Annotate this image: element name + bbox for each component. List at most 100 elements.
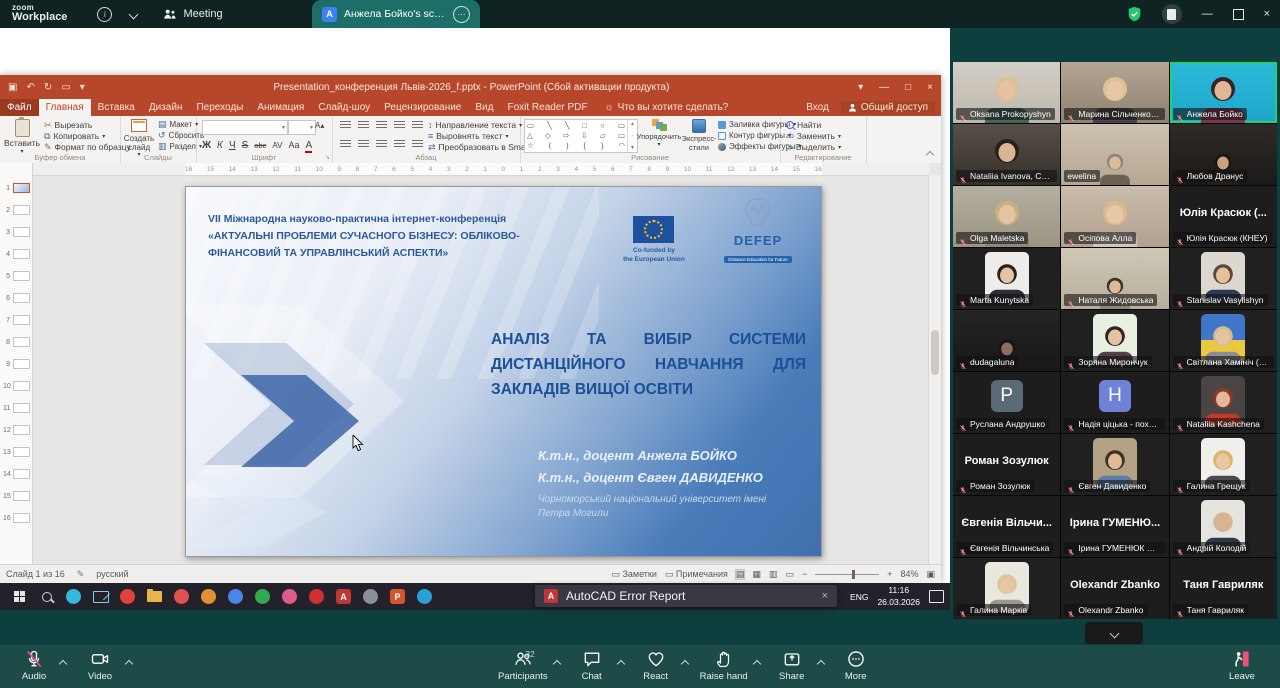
ppt-tab-рецензирование[interactable]: Рецензирование [377, 99, 468, 116]
taskbar-autocad-icon[interactable]: A [330, 583, 357, 610]
ppt-tab-файл[interactable]: Файл [0, 99, 39, 116]
zoom-level[interactable]: 84% [900, 569, 918, 579]
notification-close-icon[interactable]: × [822, 590, 828, 602]
participant-tile[interactable]: Olexandr ZbankoOlexandr Zbanko [1061, 558, 1168, 619]
autocad-notification[interactable]: A AutoCAD Error Report × [535, 585, 837, 607]
participant-tile[interactable]: Анжела Бойко [1170, 62, 1277, 123]
replace-button[interactable]: abЗаменить▾ [786, 131, 841, 141]
select-button[interactable]: ▷Выделить▾ [786, 142, 841, 152]
numbering-icon[interactable] [358, 121, 369, 130]
shape-icon[interactable]: ⇩ [581, 132, 587, 140]
share-button[interactable]: Share [772, 649, 812, 682]
taskbar-browser-profile-3-icon[interactable] [222, 583, 249, 610]
slide-thumbnail-11[interactable]: 11 [0, 397, 32, 419]
taskbar-telegram-icon[interactable] [411, 583, 438, 610]
comments-button[interactable]: ▭ Примечания [665, 569, 728, 579]
chat-button[interactable]: Chat [572, 649, 612, 682]
slide-thumbnail-12[interactable]: 12 [0, 419, 32, 441]
keyboard-language[interactable]: ENG [850, 592, 868, 602]
zoom-slider-thumb[interactable] [852, 570, 855, 579]
apps-icon[interactable] [1162, 4, 1182, 24]
vertical-scrollbar[interactable] [928, 175, 941, 565]
font-name-select[interactable]: ▾ [202, 120, 288, 135]
participant-tile[interactable]: Ірина ГУМЕНЮ...Ірина ГУМЕНЮК НРЗ... [1061, 496, 1168, 557]
taskbar-start-icon[interactable] [6, 583, 33, 610]
copy-button[interactable]: ⧉Копировать ▾ [44, 131, 105, 141]
slide-thumbnail-4[interactable]: 4 [0, 243, 32, 265]
taskbar-edge-icon[interactable] [60, 583, 87, 610]
participant-tile[interactable]: Stanislav Vasylishyn [1170, 248, 1277, 309]
grow-font-icon[interactable]: A▴ [315, 121, 324, 130]
shape-icon[interactable]: ○ [600, 122, 605, 130]
shape-icon[interactable]: ◠ [618, 142, 625, 150]
align-right-icon[interactable] [376, 140, 387, 149]
ppt-tab-анимация[interactable]: Анимация [250, 99, 311, 116]
taskbar-search-icon[interactable] [33, 583, 60, 610]
tab-shared-screen[interactable]: A Анжела Бойко's screen ⋯ [312, 0, 480, 28]
find-button[interactable]: Найти [786, 120, 821, 130]
slideshow-view-icon[interactable]: ▭ [785, 570, 794, 579]
video-menu-chevron-icon[interactable] [126, 654, 132, 672]
undo-icon[interactable]: ↶ [26, 82, 34, 93]
participant-tile[interactable]: Галина Марків [953, 558, 1060, 619]
normal-view-icon[interactable]: ▤ [736, 570, 745, 579]
participant-tile[interactable]: Євгенія Вільчи...Євгенія Вільчинська [953, 496, 1060, 557]
taskbar-mail-icon[interactable] [87, 583, 114, 610]
shape-icon[interactable]: ⇨ [563, 132, 569, 140]
leave-button[interactable]: Leave [1222, 649, 1262, 682]
tab-options-icon[interactable]: ⋯ [453, 6, 470, 23]
participant-tile[interactable]: Роман ЗозулюкРоман Зозулюк [953, 434, 1060, 495]
participant-tile[interactable]: ewelina [1061, 124, 1168, 185]
shape-icon[interactable]: △ [527, 132, 533, 140]
participant-tile[interactable]: Nataliia Kashchena [1170, 372, 1277, 433]
participant-tile[interactable]: Євген Давиденко [1061, 434, 1168, 495]
shape-icon[interactable]: ☆ [527, 142, 534, 150]
align-left-icon[interactable] [340, 140, 351, 149]
shape-icon[interactable]: ) [566, 142, 569, 150]
shape-icon[interactable]: ( [549, 142, 552, 150]
layout-button[interactable]: ▤Макет▾ [158, 120, 198, 129]
format-painter-button[interactable]: ✎Формат по образцу [44, 142, 131, 152]
participant-tile[interactable]: Марина Сільченко (... [1061, 62, 1168, 123]
ppt-tab-вид[interactable]: Вид [468, 99, 500, 116]
slide-thumbnail-16[interactable]: 16 [0, 507, 32, 529]
taskbar-browser-profile-5-icon[interactable] [276, 583, 303, 610]
close-icon[interactable]: × [1264, 8, 1270, 20]
collapse-ribbon-icon[interactable] [927, 150, 933, 160]
slide-canvas[interactable]: VII Міжнародна науково-практична інтерне… [185, 186, 822, 557]
shape-icon[interactable]: ╲ [547, 122, 552, 130]
share-menu-chevron-icon[interactable] [818, 654, 824, 672]
slide-thumbnail-7[interactable]: 7 [0, 309, 32, 331]
zoom-slider[interactable] [815, 574, 879, 575]
ppt-tab-главная[interactable]: Главная [39, 99, 91, 116]
fit-slide-icon[interactable]: ▣ [926, 570, 935, 579]
columns-icon[interactable] [412, 140, 423, 149]
ppt-maximize-icon[interactable]: □ [905, 82, 911, 93]
participant-tile[interactable]: dudagaluna [953, 310, 1060, 371]
participant-tile[interactable]: Галина Грещук [1170, 434, 1277, 495]
proofing-icon[interactable]: ✎ [77, 569, 85, 580]
text-direction-button[interactable]: ↕Направление текста▾ [428, 120, 522, 130]
slide-sorter-icon[interactable]: ▦ [752, 570, 761, 579]
taskbar-powerpoint-icon[interactable]: P [384, 583, 411, 610]
participant-tile[interactable]: HНадія ціцька - поход... [1061, 372, 1168, 433]
ppt-tab-вставка[interactable]: Вставка [91, 99, 142, 116]
tab-meeting[interactable]: Meeting [163, 8, 222, 20]
participant-tile[interactable]: Любов Дранус [1170, 124, 1277, 185]
raise-hand-button[interactable]: Raise hand [700, 649, 748, 682]
participants-menu-chevron-icon[interactable] [554, 654, 560, 672]
ppt-tab-foxit-reader-pdf[interactable]: Foxit Reader PDF [500, 99, 594, 116]
slide-thumbnail-9[interactable]: 9 [0, 353, 32, 375]
video-button[interactable]: Video [80, 649, 120, 682]
slide-thumbnail-15[interactable]: 15 [0, 485, 32, 507]
ppt-minimize-icon[interactable]: — [879, 82, 889, 93]
participant-tile[interactable]: Юлія Красюк (...Юлія Красюк (КНЕУ) [1170, 186, 1277, 247]
participant-tile[interactable]: Таня ГаврилякТаня Гавриляк [1170, 558, 1277, 619]
slide-thumbnail-13[interactable]: 13 [0, 441, 32, 463]
chat-menu-chevron-icon[interactable] [618, 654, 624, 672]
arrange-button[interactable]: Упорядочить▾ [636, 119, 682, 149]
zoom-out-icon[interactable]: − [802, 569, 807, 579]
tell-me-box[interactable]: ☼ Что вы хотите сделать? [605, 99, 729, 116]
reading-view-icon[interactable]: ▥ [769, 570, 778, 579]
ppt-tab-переходы[interactable]: Переходы [189, 99, 250, 116]
